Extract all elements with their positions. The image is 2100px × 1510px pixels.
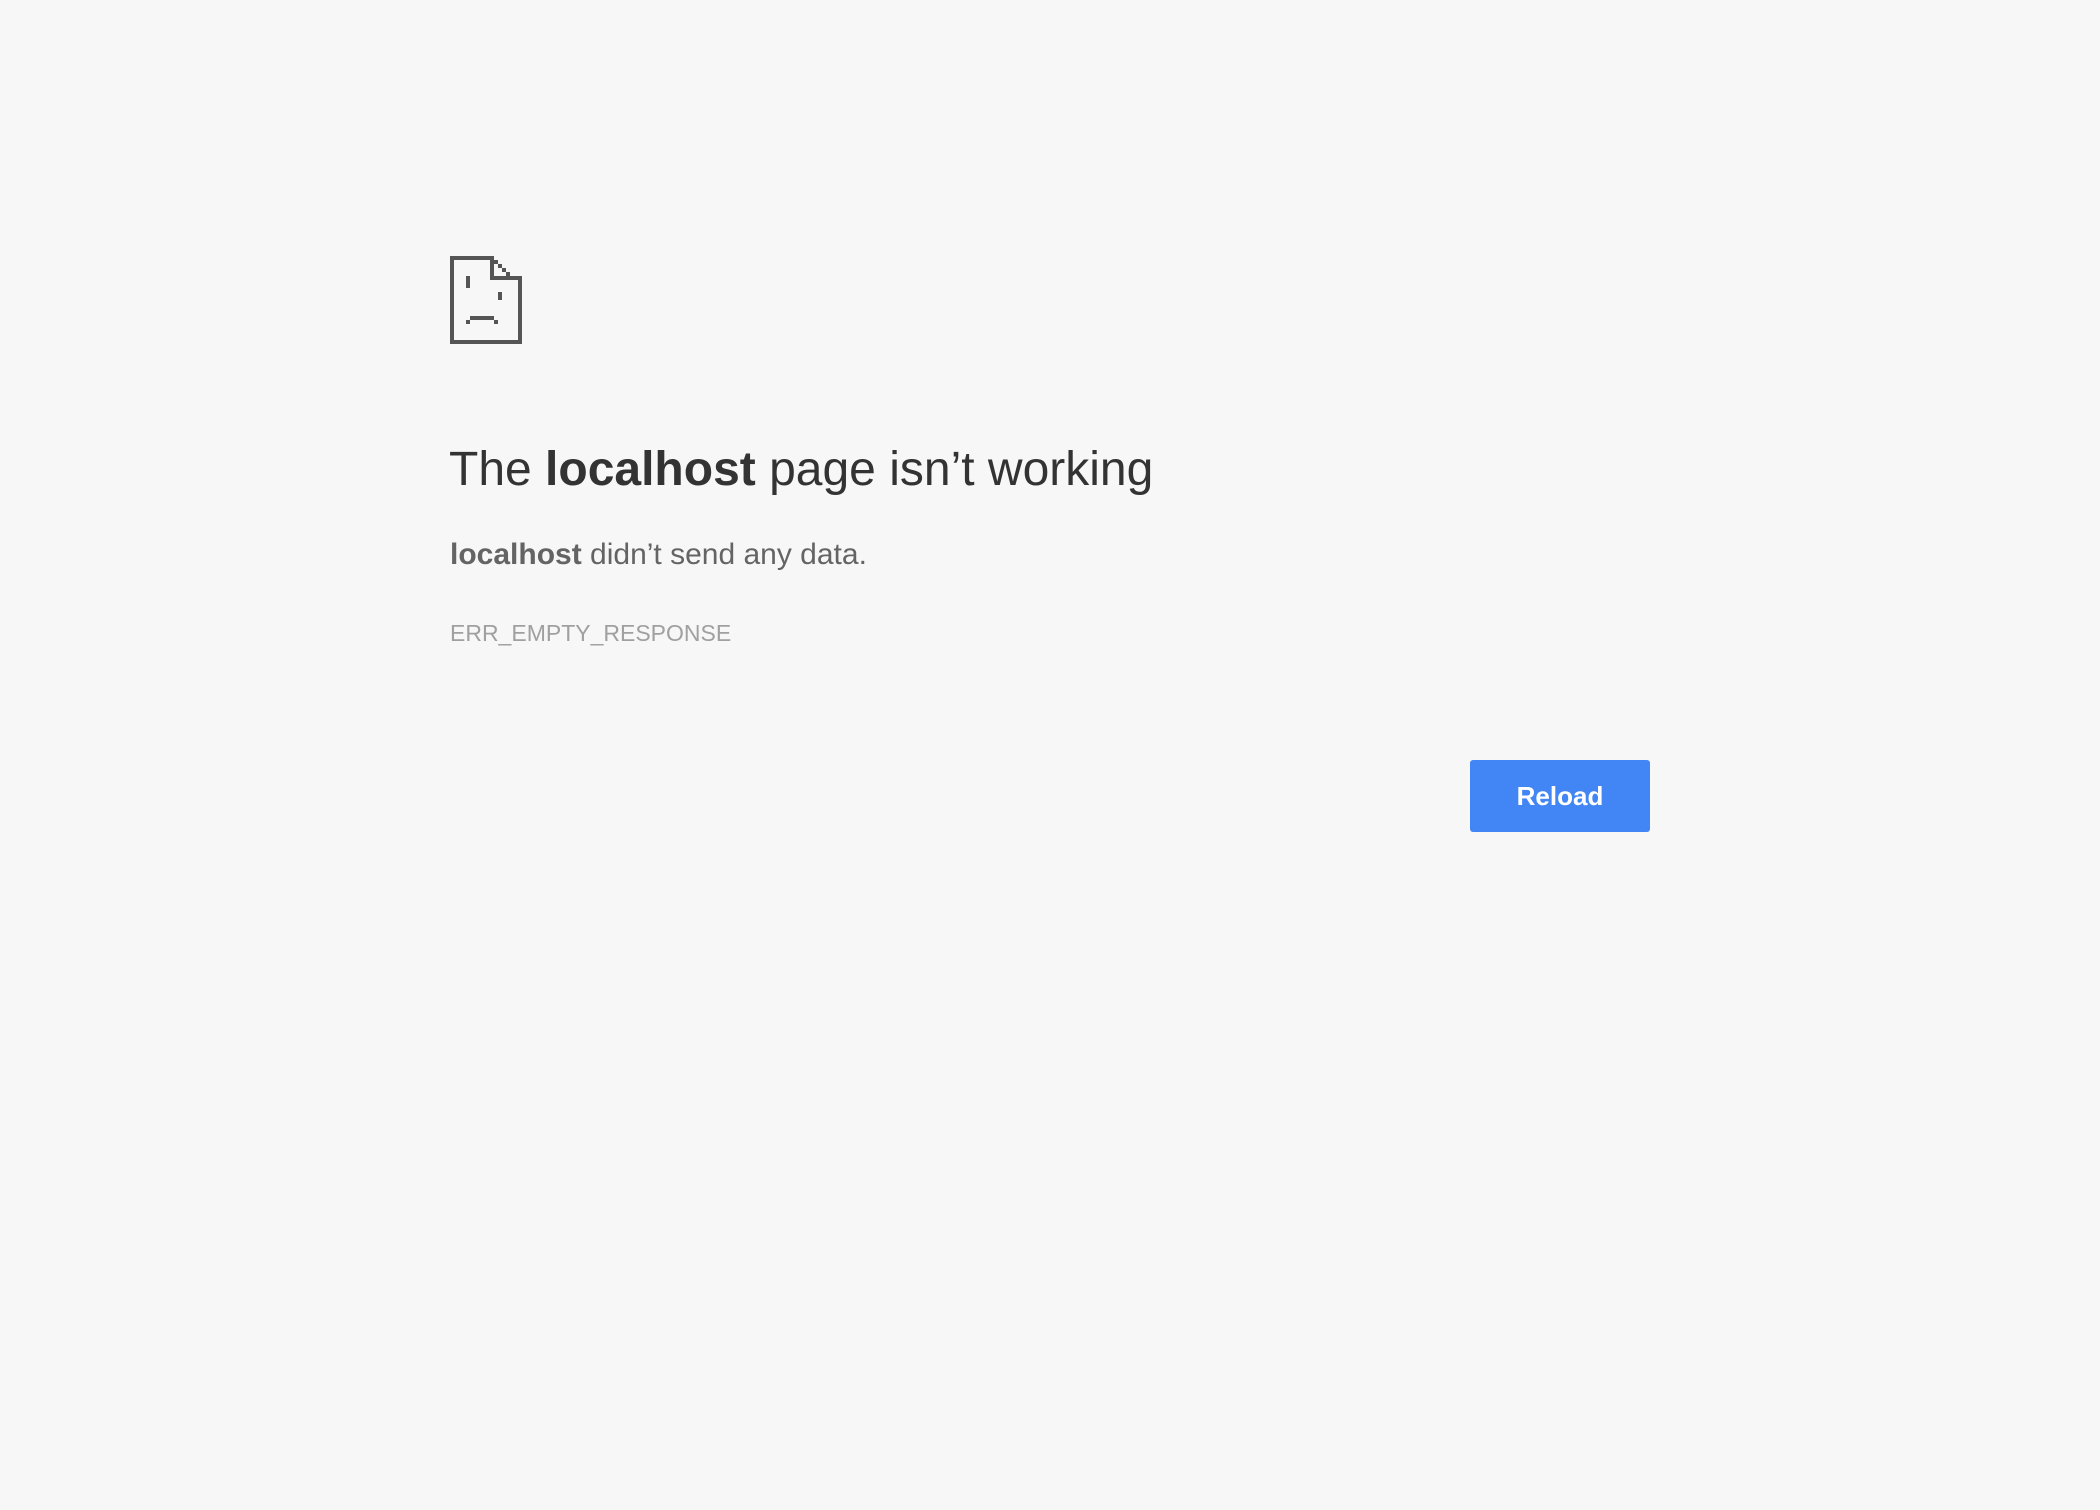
- title-host: localhost: [545, 443, 756, 496]
- title-prefix: The: [449, 443, 546, 496]
- error-summary: localhost didn’t send any data.: [450, 535, 867, 575]
- error-code: ERR_EMPTY_RESPONSE: [450, 620, 732, 646]
- reload-button[interactable]: Reload: [1470, 760, 1650, 832]
- error-page: The localhost page isn’t working localho…: [0, 0, 2100, 1510]
- sad-document-icon: [450, 256, 522, 344]
- summary-host: localhost: [450, 538, 582, 571]
- page-title: The localhost page isn’t working: [449, 438, 1153, 502]
- title-suffix: page isn’t working: [755, 443, 1154, 496]
- summary-text: didn’t send any data.: [581, 538, 867, 571]
